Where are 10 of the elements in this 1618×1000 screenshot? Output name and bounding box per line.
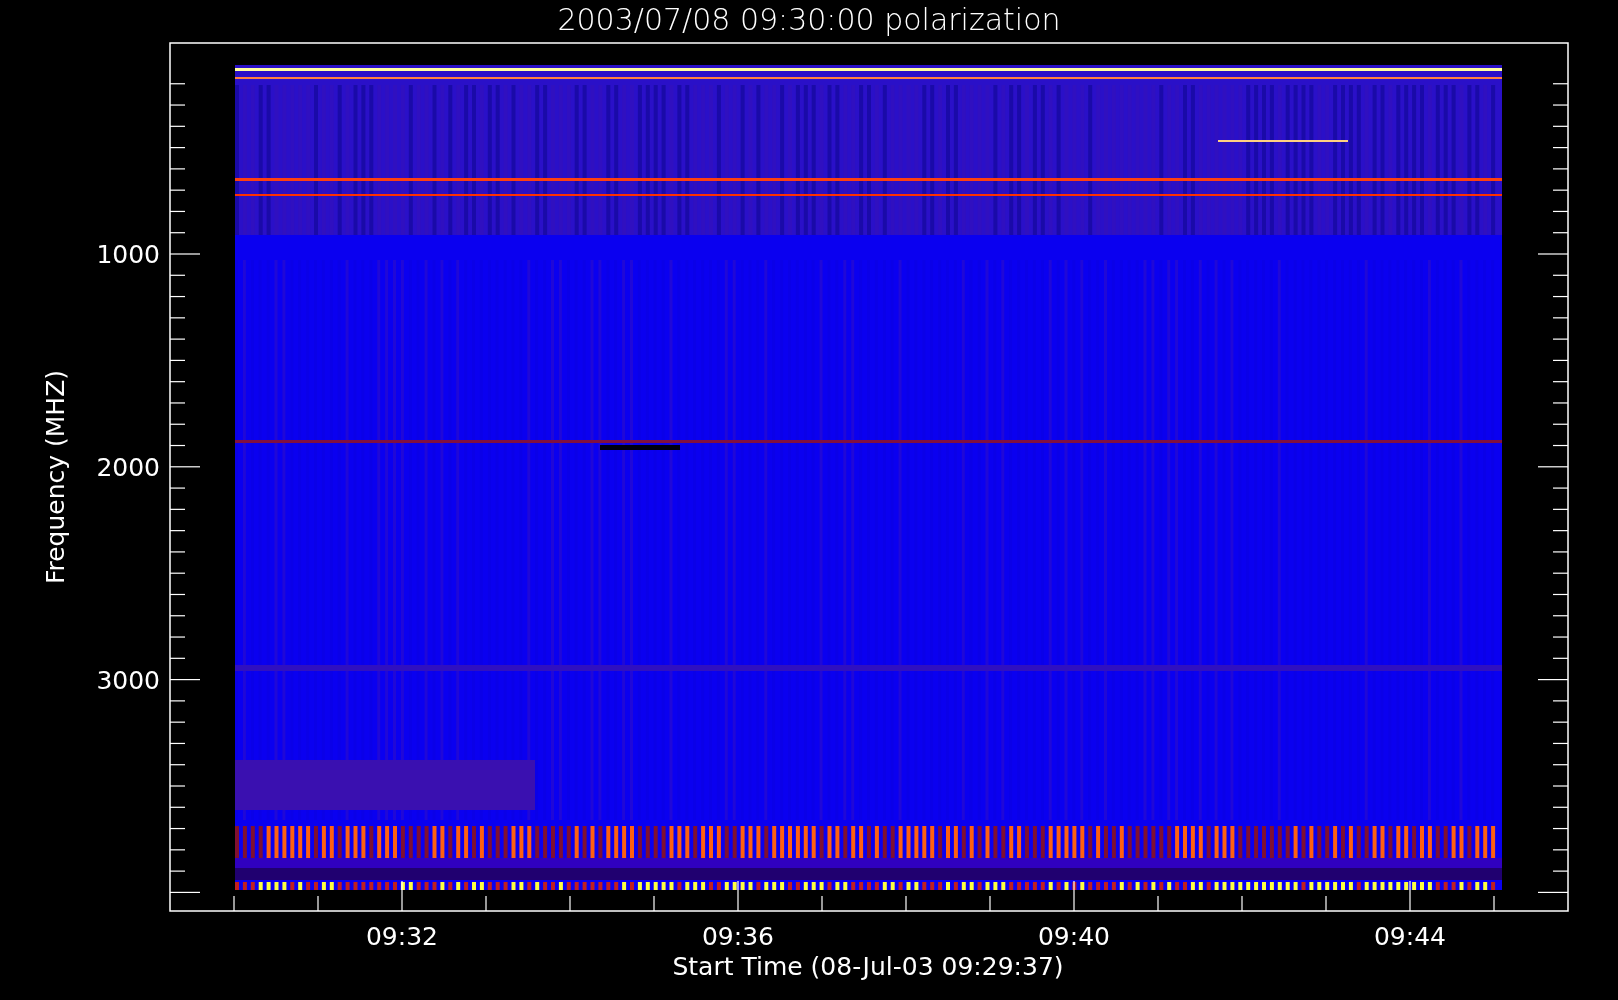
x-tick-label: 09:44	[1374, 922, 1446, 951]
y-tick-label: 3000	[96, 665, 160, 695]
x-tick-label: 09:36	[702, 922, 774, 951]
y-tick-label: 1000	[96, 240, 160, 269]
y-axis-label: Frequency (MHZ)	[41, 369, 70, 585]
plot-title: 2003/07/08 09:30:00 polarization	[557, 2, 1061, 37]
x-axis-label: Start Time (08-Jul-03 09:29:37)	[672, 952, 1064, 981]
y-tick-label: 2000	[96, 452, 160, 482]
x-tick-label: 09:32	[366, 922, 438, 951]
x-tick-label: 09:40	[1038, 922, 1110, 951]
